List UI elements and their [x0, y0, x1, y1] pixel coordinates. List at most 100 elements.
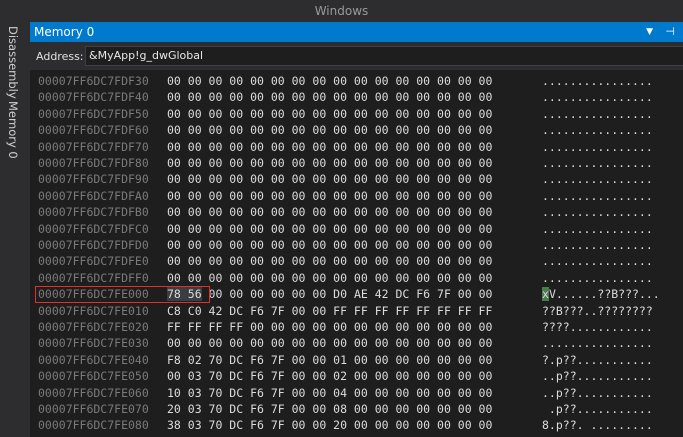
memory-bytes[interactable]: 00 00 00 00 00 00 00 00 00 00 00 00 00 0…	[167, 139, 492, 155]
memory-address: 00007FF6DC7FE030	[38, 336, 149, 351]
memory-bytes[interactable]: 00 00 00 00 00 00 00 00 00 00 00 00 00 0…	[167, 237, 492, 253]
memory-bytes[interactable]: 00 00 00 00 00 00 00 00 00 00 00 00 00 0…	[167, 188, 492, 204]
memory-address: 00007FF6DC7FE000	[38, 287, 149, 302]
memory-bytes[interactable]: 00 03 70 DC F6 7F 00 00 02 00 00 00 00 0…	[167, 368, 492, 384]
memory-row[interactable]: 00007FF6DC7FE020 FF FF FF FF 00 00 00 00 …	[30, 319, 683, 335]
memory-row[interactable]: 00007FF6DC7FE010 C8 C0 42 DC F6 7F 00 00 …	[30, 303, 683, 319]
memory-ascii[interactable]: ................	[542, 270, 653, 286]
memory-bytes[interactable]: 00 00 00 00 00 00 00 00 00 00 00 00 00 0…	[167, 89, 492, 105]
memory-row[interactable]: 00007FF6DC7FE000 78 56 00 00 00 00 00 00 …	[30, 286, 683, 302]
memory-ascii[interactable]: 8.p??. .........	[542, 417, 653, 433]
tab-memory-0[interactable]: Memory 0	[6, 101, 20, 159]
memory-ascii[interactable]: ?.p??...........	[542, 352, 653, 368]
memory-ascii[interactable]: ..p??...........	[542, 385, 653, 401]
memory-address: 00007FF6DC7FDFF0	[38, 270, 149, 285]
memory-row[interactable]: 00007FF6DC7FDFB0 00 00 00 00 00 00 00 00 …	[30, 204, 683, 220]
memory-row[interactable]: 00007FF6DC7FDF30 00 00 00 00 00 00 00 00 …	[30, 73, 683, 89]
memory-bytes[interactable]: F8 02 70 DC F6 7F 00 00 01 00 00 00 00 0…	[167, 352, 492, 368]
memory-bytes[interactable]: 00 00 00 00 00 00 00 00 00 00 00 00 00 0…	[167, 204, 492, 220]
memory-bytes[interactable]: 00 00 00 00 00 00 00 00 00 00 00 00 00 0…	[167, 253, 492, 269]
memory-address: 00007FF6DC7FDF30	[38, 74, 149, 88]
memory-bytes[interactable]: 00 00 00 00 00 00 00 00 00 00 00 00 00 0…	[167, 106, 492, 122]
panel-title: Memory 0	[34, 25, 95, 39]
memory-row[interactable]: 00007FF6DC7FDF40 00 00 00 00 00 00 00 00 …	[30, 89, 683, 105]
memory-row[interactable]: 00007FF6DC7FE030 00 00 00 00 00 00 00 00 …	[30, 335, 683, 351]
memory-bytes[interactable]: 00 00 00 00 00 00 00 00 00 00 00 00 00 0…	[167, 221, 492, 237]
memory-row[interactable]: 00007FF6DC7FDF90 00 00 00 00 00 00 00 00 …	[30, 171, 683, 187]
address-input[interactable]: &MyApp!g_dwGlobal	[85, 46, 683, 66]
tab-disassembly[interactable]: Disassembly	[6, 26, 20, 99]
left-tool-rail: Disassembly Memory 0	[0, 22, 30, 437]
memory-address: 00007FF6DC7FDF50	[38, 106, 149, 121]
memory-row[interactable]: 00007FF6DC7FDFA0 00 00 00 00 00 00 00 00 …	[30, 188, 683, 204]
address-bar: Address: &MyApp!g_dwGlobal	[30, 42, 683, 70]
memory-row[interactable]: 00007FF6DC7FDFC0 00 00 00 00 00 00 00 00 …	[30, 221, 683, 237]
address-label: Address:	[36, 50, 84, 63]
memory-row[interactable]: 00007FF6DC7FDF50 00 00 00 00 00 00 00 00 …	[30, 106, 683, 122]
memory-address: 00007FF6DC7FDF80	[38, 156, 149, 170]
memory-ascii[interactable]: ................	[542, 335, 653, 351]
memory-row[interactable]: 00007FF6DC7FDF70 00 00 00 00 00 00 00 00 …	[30, 139, 683, 155]
memory-bytes[interactable]: 10 03 70 DC F6 7F 00 00 04 00 00 00 00 0…	[167, 385, 492, 401]
memory-ascii[interactable]: ................	[542, 155, 653, 171]
memory-bytes[interactable]: 00 00 00 00 00 00 00 00 00 00 00 00 00 0…	[167, 270, 492, 286]
memory-ascii[interactable]: .p??...........	[542, 401, 653, 417]
memory-ascii[interactable]: ................	[542, 204, 653, 220]
memory-bytes[interactable]: C8 C0 42 DC F6 7F 00 00 FF FF FF FF FF F…	[167, 303, 492, 319]
memory-address: 00007FF6DC7FE040	[38, 352, 149, 367]
memory-row[interactable]: 00007FF6DC7FE040 F8 02 70 DC F6 7F 00 00 …	[30, 352, 683, 368]
memory-address: 00007FF6DC7FDF40	[38, 90, 149, 105]
memory-row[interactable]: 00007FF6DC7FDFE0 00 00 00 00 00 00 00 00 …	[30, 253, 683, 269]
memory-bytes[interactable]: 20 03 70 DC F6 7F 00 00 08 00 00 00 00 0…	[167, 401, 492, 417]
memory-row[interactable]: 00007FF6DC7FDFF0 00 00 00 00 00 00 00 00 …	[30, 270, 683, 286]
memory-ascii[interactable]: ????............	[542, 319, 653, 335]
memory-bytes[interactable]: 78 56 00 00 00 00 00 00 D0 AE 42 DC F6 7…	[167, 286, 492, 302]
memory-row[interactable]: 00007FF6DC7FE050 00 03 70 DC F6 7F 00 00 …	[30, 368, 683, 384]
memory-bytes[interactable]: 00 00 00 00 00 00 00 00 00 00 00 00 00 0…	[167, 155, 492, 171]
memory-address: 00007FF6DC7FE070	[38, 402, 149, 416]
memory-row[interactable]: 00007FF6DC7FE080 38 03 70 DC F6 7F 00 00 …	[30, 417, 683, 433]
window-title: Windows	[0, 0, 683, 22]
memory-ascii[interactable]: ................	[542, 89, 653, 105]
memory-ascii[interactable]: ................	[542, 237, 653, 253]
memory-ascii[interactable]: ................	[542, 106, 653, 122]
memory-grid[interactable]: 00007FF6DC7FDF30 00 00 00 00 00 00 00 00 …	[30, 70, 683, 437]
memory-address: 00007FF6DC7FDF90	[38, 172, 149, 187]
memory-address: 00007FF6DC7FE080	[38, 418, 149, 433]
memory-bytes[interactable]: 00 00 00 00 00 00 00 00 00 00 00 00 00 0…	[167, 73, 492, 89]
panel-header: Memory 0 ▼ ⊣	[30, 22, 683, 42]
memory-row[interactable]: 00007FF6DC7FDF80 00 00 00 00 00 00 00 00 …	[30, 155, 683, 171]
memory-ascii[interactable]: ................	[542, 171, 653, 187]
memory-row[interactable]: 00007FF6DC7FDFD0 00 00 00 00 00 00 00 00 …	[30, 237, 683, 253]
memory-address: 00007FF6DC7FDFA0	[38, 188, 149, 203]
memory-address: 00007FF6DC7FDFE0	[38, 254, 149, 269]
memory-ascii[interactable]: ................	[542, 188, 653, 204]
memory-ascii[interactable]: xV......??B???...	[542, 286, 660, 302]
memory-ascii[interactable]: ................	[542, 122, 653, 138]
memory-row[interactable]: 00007FF6DC7FE060 10 03 70 DC F6 7F 00 00 …	[30, 385, 683, 401]
memory-ascii[interactable]: ................	[542, 73, 653, 89]
memory-bytes[interactable]: 38 03 70 DC F6 7F 00 00 20 00 00 00 00 0…	[167, 417, 492, 433]
memory-bytes[interactable]: 00 00 00 00 00 00 00 00 00 00 00 00 00 0…	[167, 335, 492, 351]
memory-address: 00007FF6DC7FE010	[38, 303, 149, 318]
pin-icon[interactable]: ⊣	[665, 22, 675, 42]
memory-ascii[interactable]: ................	[542, 139, 653, 155]
memory-bytes[interactable]: 00 00 00 00 00 00 00 00 00 00 00 00 00 0…	[167, 122, 492, 138]
selected-ascii[interactable]: x	[542, 287, 549, 302]
memory-ascii[interactable]: ................	[542, 253, 653, 269]
memory-address: 00007FF6DC7FE060	[38, 385, 149, 400]
memory-bytes[interactable]: FF FF FF FF 00 00 00 00 00 00 00 00 00 0…	[167, 319, 492, 335]
memory-ascii[interactable]: ................	[542, 221, 653, 237]
memory-row[interactable]: 00007FF6DC7FDF60 00 00 00 00 00 00 00 00 …	[30, 122, 683, 138]
memory-address: 00007FF6DC7FDFC0	[38, 221, 149, 236]
memory-ascii[interactable]: ??B???..????????	[542, 303, 653, 319]
memory-address: 00007FF6DC7FDF60	[38, 123, 149, 138]
memory-address: 00007FF6DC7FE020	[38, 320, 149, 334]
memory-address: 00007FF6DC7FDFB0	[38, 205, 149, 220]
memory-row[interactable]: 00007FF6DC7FE070 20 03 70 DC F6 7F 00 00 …	[30, 401, 683, 417]
selected-bytes[interactable]: 78 56	[167, 287, 202, 302]
dropdown-icon[interactable]: ▼	[646, 22, 653, 42]
memory-bytes[interactable]: 00 00 00 00 00 00 00 00 00 00 00 00 00 0…	[167, 171, 492, 187]
memory-ascii[interactable]: ..p??...........	[542, 368, 653, 384]
memory-address: 00007FF6DC7FE050	[38, 369, 149, 384]
